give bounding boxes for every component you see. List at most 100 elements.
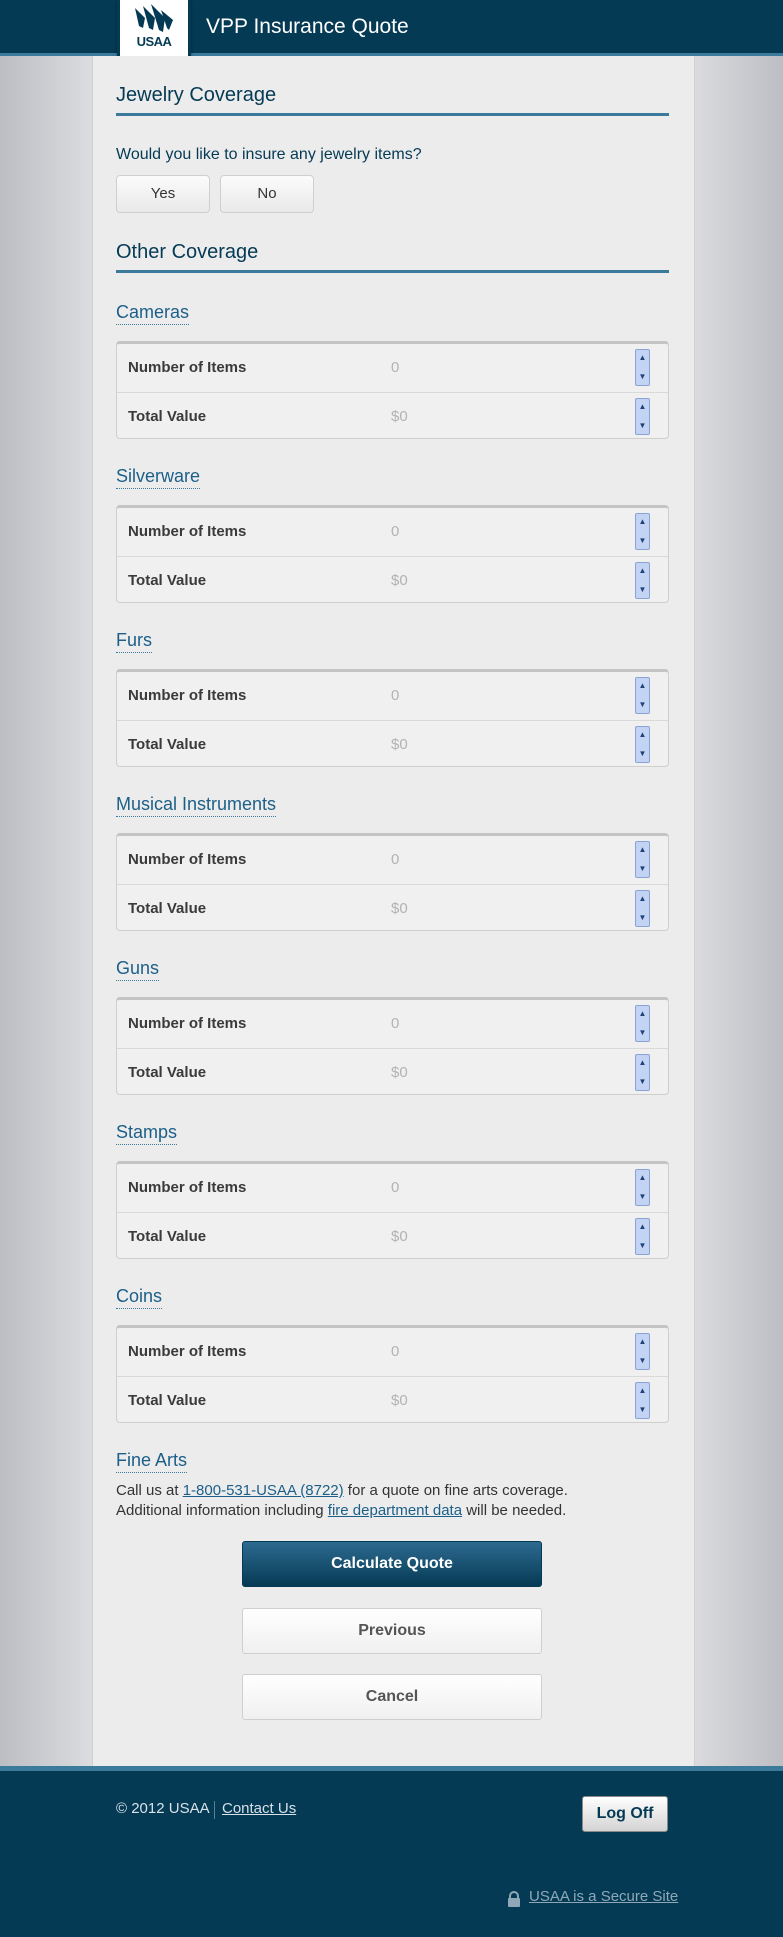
chevron-up-icon[interactable]: ▲ bbox=[636, 1222, 649, 1232]
footer-divider bbox=[214, 1801, 215, 1819]
items-label: Number of Items bbox=[128, 687, 247, 704]
chevron-up-icon[interactable]: ▲ bbox=[636, 353, 649, 363]
chevron-up-icon[interactable]: ▲ bbox=[636, 1009, 649, 1019]
value-row: Total Value $0 ▲ ▼ bbox=[117, 884, 668, 933]
chevron-down-icon[interactable]: ▼ bbox=[636, 700, 649, 710]
value-input[interactable]: $0 bbox=[391, 1228, 408, 1245]
fire-department-link[interactable]: fire department data bbox=[328, 1502, 462, 1519]
category-title-stamps[interactable]: Stamps bbox=[116, 1122, 178, 1145]
items-input[interactable]: 0 bbox=[391, 1015, 399, 1032]
chevron-down-icon[interactable]: ▼ bbox=[636, 1356, 649, 1366]
chevron-down-icon[interactable]: ▼ bbox=[636, 1405, 649, 1415]
items-spinner[interactable]: ▲ ▼ bbox=[635, 1005, 650, 1042]
chevron-down-icon[interactable]: ▼ bbox=[636, 372, 649, 382]
fine-arts-prefix: Call us at bbox=[116, 1482, 183, 1499]
chevron-up-icon[interactable]: ▲ bbox=[636, 566, 649, 576]
value-input[interactable]: $0 bbox=[391, 408, 408, 425]
category-title-musical-instruments[interactable]: Musical Instruments bbox=[116, 794, 277, 817]
app-header: USAA VPP Insurance Quote bbox=[0, 0, 783, 62]
lock-icon bbox=[508, 1891, 520, 1907]
category-box-furs: Number of Items 0 ▲ ▼ Total Value $0 ▲ ▼ bbox=[116, 669, 669, 767]
category-box-coins: Number of Items 0 ▲ ▼ Total Value $0 ▲ ▼ bbox=[116, 1325, 669, 1423]
chevron-up-icon[interactable]: ▲ bbox=[636, 402, 649, 412]
items-input[interactable]: 0 bbox=[391, 1343, 399, 1360]
value-input[interactable]: $0 bbox=[391, 736, 408, 753]
previous-button[interactable]: Previous bbox=[242, 1608, 542, 1654]
value-spinner[interactable]: ▲ ▼ bbox=[635, 1054, 650, 1091]
category-title-guns[interactable]: Guns bbox=[116, 958, 160, 981]
chevron-up-icon[interactable]: ▲ bbox=[636, 894, 649, 904]
category-title-coins[interactable]: Coins bbox=[116, 1286, 163, 1309]
chevron-down-icon[interactable]: ▼ bbox=[636, 536, 649, 546]
fine-arts-prefix-2: Additional information including bbox=[116, 1502, 328, 1519]
value-spinner[interactable]: ▲ ▼ bbox=[635, 398, 650, 435]
chevron-up-icon[interactable]: ▲ bbox=[636, 681, 649, 691]
chevron-down-icon[interactable]: ▼ bbox=[636, 913, 649, 923]
items-spinner[interactable]: ▲ ▼ bbox=[635, 841, 650, 878]
items-input[interactable]: 0 bbox=[391, 687, 399, 704]
items-spinner[interactable]: ▲ ▼ bbox=[635, 513, 650, 550]
chevron-up-icon[interactable]: ▲ bbox=[636, 730, 649, 740]
chevron-up-icon[interactable]: ▲ bbox=[636, 517, 649, 527]
value-spinner[interactable]: ▲ ▼ bbox=[635, 726, 650, 763]
value-row: Total Value $0 ▲ ▼ bbox=[117, 1212, 668, 1261]
value-row: Total Value $0 ▲ ▼ bbox=[117, 392, 668, 441]
secure-site-link[interactable]: USAA is a Secure Site bbox=[529, 1888, 678, 1905]
items-spinner[interactable]: ▲ ▼ bbox=[635, 677, 650, 714]
chevron-up-icon[interactable]: ▲ bbox=[636, 1386, 649, 1396]
category-box-cameras: Number of Items 0 ▲ ▼ Total Value $0 ▲ ▼ bbox=[116, 341, 669, 439]
items-spinner[interactable]: ▲ ▼ bbox=[635, 349, 650, 386]
items-input[interactable]: 0 bbox=[391, 1179, 399, 1196]
value-spinner[interactable]: ▲ ▼ bbox=[635, 890, 650, 927]
usaa-eagle-icon bbox=[135, 4, 173, 32]
items-input[interactable]: 0 bbox=[391, 851, 399, 868]
value-row: Total Value $0 ▲ ▼ bbox=[117, 1048, 668, 1097]
jewelry-no-button[interactable]: No bbox=[220, 175, 314, 213]
value-input[interactable]: $0 bbox=[391, 1064, 408, 1081]
value-row: Total Value $0 ▲ ▼ bbox=[117, 1376, 668, 1425]
chevron-down-icon[interactable]: ▼ bbox=[636, 864, 649, 874]
jewelry-yes-button[interactable]: Yes bbox=[116, 175, 210, 213]
value-spinner[interactable]: ▲ ▼ bbox=[635, 562, 650, 599]
footer: © 2012 USAA Contact Us Log Off USAA is a… bbox=[0, 1766, 783, 1937]
calculate-quote-button[interactable]: Calculate Quote bbox=[242, 1541, 542, 1587]
chevron-up-icon[interactable]: ▲ bbox=[636, 1337, 649, 1347]
value-input[interactable]: $0 bbox=[391, 900, 408, 917]
fine-arts-line-1: Call us at 1-800-531-USAA (8722) for a q… bbox=[116, 1481, 568, 1501]
log-off-button[interactable]: Log Off bbox=[582, 1796, 668, 1832]
value-label: Total Value bbox=[128, 1064, 207, 1081]
value-row: Total Value $0 ▲ ▼ bbox=[117, 720, 668, 769]
chevron-up-icon[interactable]: ▲ bbox=[636, 1173, 649, 1183]
category-box-stamps: Number of Items 0 ▲ ▼ Total Value $0 ▲ ▼ bbox=[116, 1161, 669, 1259]
chevron-down-icon[interactable]: ▼ bbox=[636, 1077, 649, 1087]
category-title-silverware[interactable]: Silverware bbox=[116, 466, 201, 489]
items-spinner[interactable]: ▲ ▼ bbox=[635, 1169, 650, 1206]
chevron-down-icon[interactable]: ▼ bbox=[636, 1028, 649, 1038]
usaa-logo[interactable]: USAA bbox=[117, 0, 191, 62]
chevron-up-icon[interactable]: ▲ bbox=[636, 1058, 649, 1068]
chevron-down-icon[interactable]: ▼ bbox=[636, 585, 649, 595]
chevron-down-icon[interactable]: ▼ bbox=[636, 1192, 649, 1202]
category-title-furs[interactable]: Furs bbox=[116, 630, 152, 653]
category-title-fine-arts[interactable]: Fine Arts bbox=[116, 1450, 188, 1473]
items-label: Number of Items bbox=[128, 1015, 247, 1032]
items-spinner[interactable]: ▲ ▼ bbox=[635, 1333, 650, 1370]
items-input[interactable]: 0 bbox=[391, 523, 399, 540]
items-label: Number of Items bbox=[128, 523, 247, 540]
cancel-button[interactable]: Cancel bbox=[242, 1674, 542, 1720]
chevron-down-icon[interactable]: ▼ bbox=[636, 421, 649, 431]
contact-us-link[interactable]: Contact Us bbox=[222, 1800, 296, 1817]
value-input[interactable]: $0 bbox=[391, 1392, 408, 1409]
items-label: Number of Items bbox=[128, 359, 247, 376]
chevron-down-icon[interactable]: ▼ bbox=[636, 749, 649, 759]
value-input[interactable]: $0 bbox=[391, 572, 408, 589]
category-box-silverware: Number of Items 0 ▲ ▼ Total Value $0 ▲ ▼ bbox=[116, 505, 669, 603]
items-row: Number of Items 0 ▲ ▼ bbox=[117, 836, 668, 884]
items-input[interactable]: 0 bbox=[391, 359, 399, 376]
category-title-cameras[interactable]: Cameras bbox=[116, 302, 190, 325]
chevron-up-icon[interactable]: ▲ bbox=[636, 845, 649, 855]
value-spinner[interactable]: ▲ ▼ bbox=[635, 1382, 650, 1419]
phone-link[interactable]: 1-800-531-USAA (8722) bbox=[183, 1482, 344, 1499]
chevron-down-icon[interactable]: ▼ bbox=[636, 1241, 649, 1251]
value-spinner[interactable]: ▲ ▼ bbox=[635, 1218, 650, 1255]
